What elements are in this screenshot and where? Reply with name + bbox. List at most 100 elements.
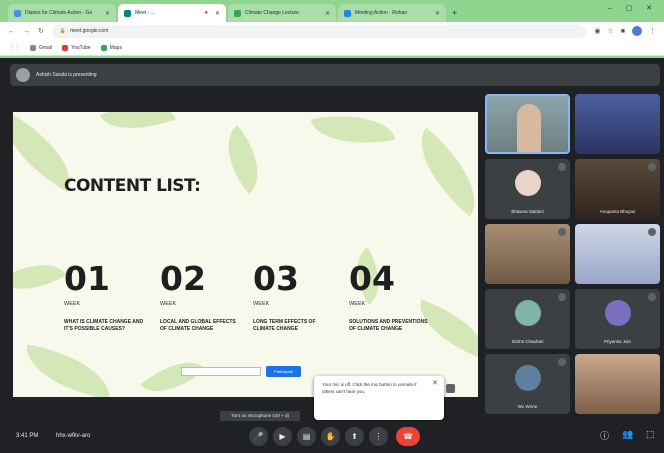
tab-1[interactable]: Meet - ... ● ✕ [118,4,226,22]
avatar [16,68,30,82]
meeting-controls: 3:41 PM hhx-wfkv-aro 🎤 ▶ ▤ ✋ ⬆ ⋮ ☎ ⓘ 👥 ⬚ [0,421,664,453]
mic-off-icon [648,163,656,171]
participant-tile[interactable]: Bhawna Saklani [485,159,570,219]
week-number: 03 [253,259,299,298]
favicon-icon [344,9,351,17]
apps-icon[interactable]: ⋮⋮ [10,45,20,51]
participant-tile[interactable] [575,354,660,414]
back-icon[interactable]: ← [8,28,15,35]
participate-button[interactable]: Participate [266,366,301,377]
maps-icon [100,44,107,51]
leaf-decoration [20,344,116,397]
participant-tile[interactable] [575,94,660,154]
bookmark-youtube[interactable]: YouTube [62,44,91,51]
url-text: meet.google.com [70,28,109,34]
bookmark-label: Maps [109,44,122,51]
notification-side-icon[interactable] [446,384,455,393]
people-icon[interactable]: 👥 [622,429,633,440]
more-options-icon[interactable]: ⋮ [369,427,388,446]
week-label: WEEK [160,301,177,307]
mic-off-icon [648,293,656,301]
window-controls[interactable]: – ▢ ✕ [608,4,658,12]
reload-icon[interactable]: ↻ [38,27,44,35]
participant-tile[interactable]: Anupama Bhuyan [575,159,660,219]
meeting-code: hhx-wfkv-aro [56,433,91,439]
bookmark-gmail[interactable]: Gmail [30,44,52,51]
week-description: LOCAL AND GLOBAL EFFECTS OF CLIMATE CHAN… [160,319,236,333]
avatar [514,170,541,196]
week-label: WEEK [253,301,270,307]
mic-icon[interactable]: 🎤 [249,427,268,446]
new-tab-button[interactable]: + [452,4,457,22]
week-number: 02 [160,259,206,298]
extension-icon[interactable]: ■ [621,28,625,35]
tab-strip: Diaries for Climate Action - Go ✕ Meet - … [0,2,664,22]
tab-3[interactable]: Meeting Action · Rohan ✕ [338,4,446,22]
week-number: 01 [64,259,110,298]
participant-tile[interactable]: Srishti Chauhan [485,289,570,349]
mic-off-icon [558,358,566,366]
participant-tile[interactable]: Wc Wone [485,354,570,414]
raise-hand-icon[interactable]: ✋ [321,427,340,446]
url-input[interactable]: 🔒 meet.google.com [51,24,587,38]
mic-off-icon [558,293,566,301]
close-tab-icon[interactable]: ✕ [435,10,440,17]
close-tab-icon[interactable]: ✕ [215,10,220,17]
mic-off-icon [558,228,566,236]
slide-title: CONTENT LIST: [64,176,201,196]
lock-icon: 🔒 [59,28,67,34]
close-icon[interactable]: ✕ [432,379,438,389]
extensions: ◉ ☆ ■ ⋮ [594,26,656,36]
tooltip: Turn on microphone (ctrl + d) [220,411,300,421]
present-icon[interactable]: ⬆ [345,427,364,446]
slide-input[interactable] [181,367,261,376]
bookmarks-bar: ⋮⋮ Gmail YouTube Maps [0,40,664,56]
participant-name: Wc Wone [517,404,538,409]
avatar[interactable] [632,26,642,36]
notification-text: Your mic is off. Click the mic button to… [322,382,417,394]
close-tab-icon[interactable]: ✕ [105,10,110,17]
captions-icon[interactable]: ▤ [297,427,316,446]
gmail-icon [30,44,36,51]
youtube-icon [62,44,69,51]
tab-label: Diaries for Climate Action - Go [25,10,93,16]
favicon-icon [234,9,241,17]
end-call-button[interactable]: ☎ [396,427,420,446]
week-description: LONG TERM EFFECTS OF CLIMATE CHANGE [253,319,316,333]
participant-tile[interactable] [485,224,570,284]
close-tab-icon[interactable]: ● [204,10,208,16]
week-description: SOLUTIONS AND PREVENTIONS OF CLIMATE CHA… [349,319,428,333]
bookmark-maps[interactable]: Maps [100,44,122,51]
camera-icon[interactable]: ▶ [273,427,292,446]
week-label: WEEK [349,301,366,307]
menu-icon[interactable]: ⋮ [649,27,656,35]
week-item-3: 03 WEEK LONG TERM EFFECTS OF CLIMATE CHA… [253,262,348,334]
week-item-4: 04 WEEK SOLUTIONS AND PREVENTIONS OF CLI… [349,262,444,334]
tab-2[interactable]: Climate Change Lecture ✕ [228,4,336,22]
participant-tile[interactable] [485,94,570,154]
bookmark-label: YouTube [71,44,91,51]
participant-tile[interactable] [575,224,660,284]
meeting-time: 3:41 PM [16,433,39,439]
participant-tile[interactable]: Priyanka Jain [575,289,660,349]
camera-icon[interactable]: ◉ [594,27,600,35]
avatar [514,365,541,391]
forward-icon[interactable]: → [23,28,30,35]
presenter-label: Ashish Sarala is presenting [36,72,97,78]
tab-label: Meeting Action · Rohan [355,10,407,16]
mic-notification: Your mic is off. Click the mic button to… [314,376,444,420]
week-item-2: 02 WEEK LOCAL AND GLOBAL EFFECTS OF CLIM… [160,262,255,334]
participant-video [517,104,541,152]
tab-label: Climate Change Lecture [245,10,299,16]
leaf-decoration [13,249,67,305]
browser-chrome: Diaries for Climate Action - Go ✕ Meet - … [0,0,664,58]
tab-0[interactable]: Diaries for Climate Action - Go ✕ [8,4,116,22]
shared-slide: CONTENT LIST: 01 WEEK WHAT IS CLIMATE CH… [13,112,478,397]
info-icon[interactable]: ⓘ [600,429,609,442]
week-description: WHAT IS CLIMATE CHANGE AND IT'S POSSIBLE… [64,319,144,333]
week-item-1: 01 WEEK WHAT IS CLIMATE CHANGE AND IT'S … [64,262,159,334]
bookmark-star-icon[interactable]: ☆ [607,27,613,35]
close-tab-icon[interactable]: ✕ [325,10,330,17]
favicon-icon [124,9,131,17]
activities-icon[interactable]: ⬚ [646,429,655,440]
